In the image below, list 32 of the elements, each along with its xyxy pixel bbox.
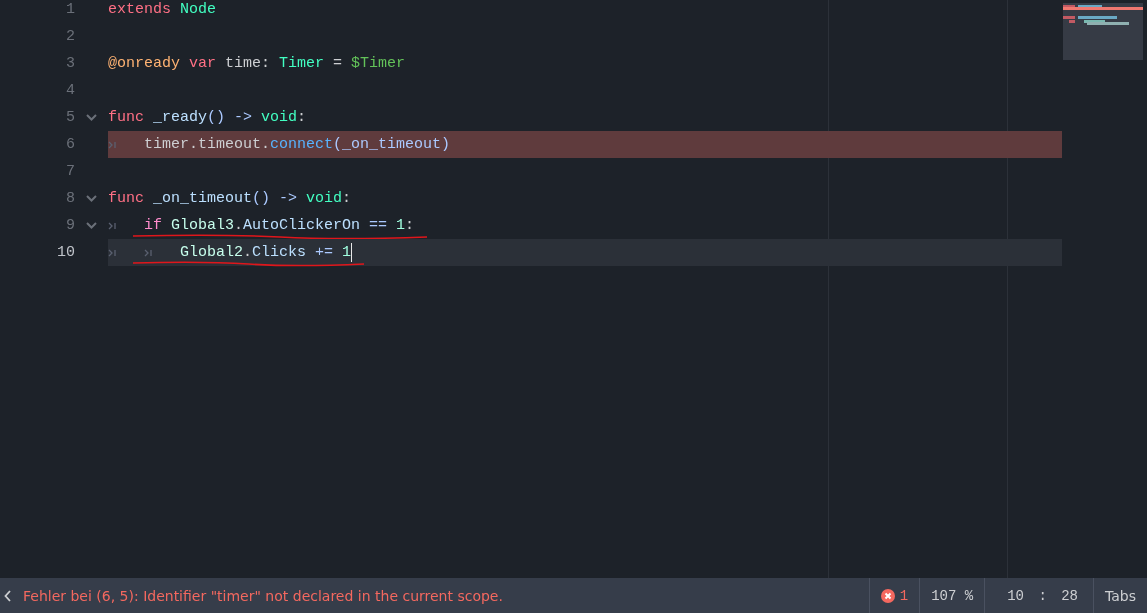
tab-marker-icon xyxy=(108,140,116,149)
line-number: 10 xyxy=(56,244,75,261)
line-number: 4 xyxy=(65,82,75,99)
error-count[interactable]: 1 xyxy=(899,587,909,604)
code-line: extends Node xyxy=(108,1,217,18)
line-number: 8 xyxy=(65,190,75,207)
code-line: if Global3.AutoClickerOn == 1: xyxy=(108,212,415,239)
fold-chevron-icon[interactable] xyxy=(86,114,97,121)
minimap-drawing[interactable] xyxy=(1063,3,1143,60)
error-icon xyxy=(880,588,895,603)
fold-chevron-icon[interactable] xyxy=(86,195,97,202)
zoom-level[interactable]: 107 % xyxy=(919,578,985,613)
error-message[interactable]: Fehler bei (6, 5): Identifier "timer" not declared in the current scope. xyxy=(23,587,869,604)
code-line: func _ready() -> void: xyxy=(108,109,307,126)
tab-marker-icon xyxy=(144,248,152,257)
line-number: 6 xyxy=(65,136,75,153)
tab-marker-icon xyxy=(108,221,116,230)
code-line: timer.timeout.connect(_on_timeout) xyxy=(108,131,451,158)
line-number: 7 xyxy=(65,163,75,180)
line-number: 1 xyxy=(65,1,75,18)
fold-chevron-icon[interactable] xyxy=(86,222,97,229)
code-line: func _on_timeout() -> void: xyxy=(108,190,352,207)
code-line: @onready var time: Timer = $Timer xyxy=(108,55,406,72)
line-number: 3 xyxy=(65,55,75,72)
cursor-position: 10 : 28 xyxy=(984,578,1093,613)
indentation-mode[interactable]: Tabs xyxy=(1093,578,1147,613)
tab-marker-icon xyxy=(108,248,116,257)
line-number: 9 xyxy=(65,217,75,234)
code-line: Global2.Clicks += 1 xyxy=(108,239,352,266)
line-number: 5 xyxy=(65,109,75,126)
collapse-chevron-icon[interactable] xyxy=(4,589,11,602)
line-number: 2 xyxy=(65,28,75,45)
